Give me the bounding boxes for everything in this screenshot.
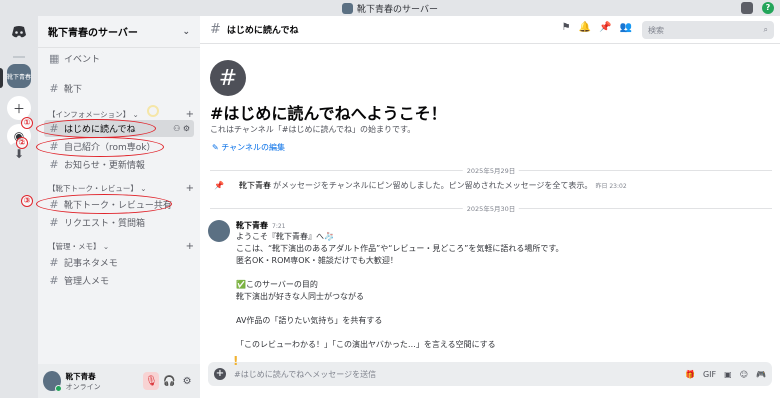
inbox-icon[interactable] [741,2,753,14]
message-line: ここは、“靴下演出のあるアダルト作品”や“レビュー・見どころ”を気軽に語れる場所… [236,244,564,253]
edit-channel-link[interactable]: ✎ チャンネルの編集 [212,142,285,153]
members-icon[interactable]: 👥 [620,22,632,33]
online-status-dot [54,385,62,392]
window-title: 靴下青春のサーバー [357,4,438,15]
channel-title: はじめに読んでね [226,26,299,36]
mic-muted-icon[interactable]: 🎙 [143,372,160,390]
annotation-ellipse-2 [36,137,164,157]
message-line [236,327,756,339]
pencil-icon: ✎ [212,143,219,152]
hash-icon: # [49,158,59,171]
avatar[interactable] [43,371,62,392]
annotation-number-3: ③ [21,195,33,207]
apps-icon[interactable]: 🎮 [756,370,766,379]
system-message-time: 昨日 23:02 [595,183,627,190]
date-divider: 2025年5月30日 [210,203,772,213]
channel-hash-icon: # [210,60,246,96]
hash-icon: # [210,22,221,37]
add-channel-icon[interactable]: + [186,241,194,252]
server-icon-kutsushita[interactable]: 靴下青春 [7,64,31,88]
help-icon[interactable]: ? [762,2,774,14]
avatar[interactable] [208,220,230,242]
hash-icon: # [49,82,59,95]
system-message: 📌 靴下青春 がメッセージをチャンネルにピン留めしました。ピン留めされたメッセー… [214,180,627,191]
channel-kiji-memo[interactable]: # 記事ネタメモ [44,254,194,271]
server-icon-small [342,2,354,14]
category-admin-memo[interactable]: 【管理・メモ】 ⌄ + [48,240,194,253]
welcome-title: #はじめに読んでねへようこそ！ [210,104,447,123]
gif-icon[interactable]: GIF [703,370,716,379]
threads-icon[interactable]: ⚑ [562,22,571,33]
channel-settings-icon[interactable]: ⚇ ⚙ [173,124,190,133]
message-composer: + 🎁 GIF ▣ ☺ 🎮 [208,362,772,386]
add-channel-icon[interactable]: + [186,183,194,194]
search-icon: ⌕ [763,25,768,34]
selected-server-indicator [0,68,3,88]
annotation-ellipse-1 [36,119,156,138]
channel-kanrinin-memo[interactable]: # 管理人メモ [44,272,194,289]
emoji-icon[interactable]: ☺ [740,370,748,379]
calendar-icon: ▦ [49,52,60,65]
sticker-icon[interactable]: ▣ [724,370,732,379]
add-channel-icon[interactable]: + [186,109,194,120]
user-name: 靴下青春 [65,371,96,381]
message-line [236,303,756,315]
cursor-highlight [147,105,159,117]
annotation-number-2: ② [16,137,28,149]
message-input[interactable] [234,369,654,379]
annotation-ellipse-3 [36,194,172,214]
message-line: ようこそ『靴下青春』へ🧦 [236,232,334,241]
bell-icon[interactable]: 🔔 [579,22,591,33]
message-line: AV作品の「語りたい気持ち」を共有する [236,316,383,325]
headphones-icon[interactable]: 🎧 [161,372,177,390]
channel-request[interactable]: # リクエスト・質問箱 [44,214,194,231]
sidebar-item-events[interactable]: ▦ イベント [44,50,194,67]
add-attachment-icon[interactable]: + [214,368,226,380]
hash-icon: # [49,274,59,287]
channel-kutsushita[interactable]: # 靴下 [44,80,194,97]
chevron-down-icon: ⌄ [182,26,190,37]
discord-home-icon[interactable] [7,20,31,44]
message-line: 匿名OK・ROM専OK・雑談だけでも大歓迎！ [236,256,398,265]
date-divider: 2025年5月29日 [210,165,772,175]
message-line: 靴下演出が好きな人同士がつながる [236,292,364,301]
channel-header: # はじめに読んでね ⚑ 🔔 📌 👥 検索 ⌕ [200,16,780,44]
server-name: 靴下青春のサーバー [48,28,138,39]
hash-icon: # [49,216,59,229]
server-list: 靴下青春 ＋ ◉ ⬇ [0,16,38,398]
welcome-subtitle: これはチャンネル「#はじめに読んでね」の始まりです。 [210,125,416,134]
exclamation-mark: ! [233,354,239,368]
category-talk-review[interactable]: 【靴下トーク・レビュー】 ⌄ + [48,182,194,195]
server-list-separator [13,56,25,58]
system-author[interactable]: 靴下青春 [239,180,271,191]
annotation-number-1: ① [21,117,33,129]
message-line: ✅このサーバーの目的 [236,280,318,289]
user-panel: 靴下青春 オンライン 🎙 🎧 ⚙ [38,364,200,398]
window-titlebar: 靴下青春のサーバー ? [0,0,780,16]
channel-oshirase[interactable]: # お知らせ・更新情報 [44,156,194,173]
pin-icon[interactable]: 📌 [599,22,611,33]
message-time: 7:21 [272,223,286,230]
server-header[interactable]: 靴下青春のサーバー ⌄ [38,16,200,48]
message-line [236,267,756,279]
pin-icon: 📌 [214,181,224,190]
search-input[interactable]: 検索 ⌕ [642,21,774,39]
chat-area: # はじめに読んでね ⚑ 🔔 📌 👥 検索 ⌕ # #はじめに読んでねへようこそ… [200,16,780,398]
user-status: オンライン [65,382,101,391]
message-author[interactable]: 靴下青春 7:21 [236,220,756,231]
message-line: 「このレビューわかる！」「この演出ヤバかった…」を言える空間にする [236,340,496,349]
hash-icon: # [49,256,59,269]
gift-icon[interactable]: 🎁 [685,370,695,379]
gear-icon[interactable]: ⚙ [179,372,195,390]
